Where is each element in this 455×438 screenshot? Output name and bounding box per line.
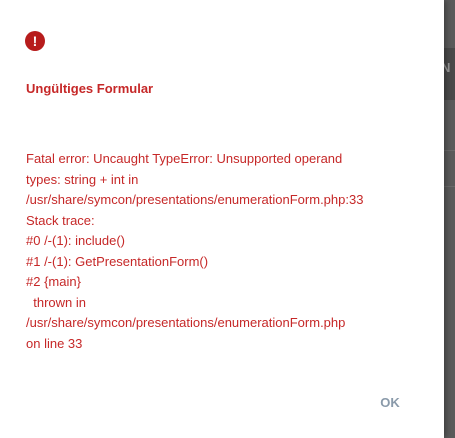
error-message: Fatal error: Uncaught TypeError: Unsuppo…: [26, 151, 364, 351]
ok-button[interactable]: OK: [366, 388, 414, 416]
dialog-title: Ungültiges Formular: [26, 81, 154, 96]
error-dialog: ! Ungültiges Formular Fatal error: Uncau…: [0, 0, 444, 438]
alert-circle-icon: !: [25, 31, 45, 51]
